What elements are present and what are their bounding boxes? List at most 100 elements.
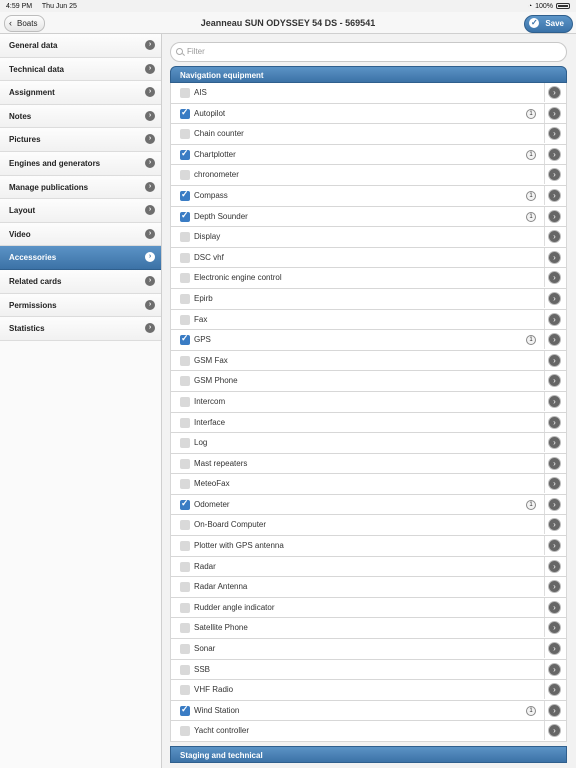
list-item[interactable]: chronometer › (170, 165, 567, 186)
checkbox[interactable] (180, 704, 190, 716)
chevron-right-icon[interactable]: › (548, 621, 561, 635)
checkbox[interactable] (180, 458, 190, 469)
chevron-right-icon[interactable]: › (548, 394, 561, 408)
checkbox[interactable] (180, 170, 190, 181)
checkbox[interactable] (180, 129, 190, 140)
sidebar-item[interactable]: Technical data › (0, 57, 161, 82)
list-item[interactable]: Interface › (170, 412, 567, 434)
checkbox[interactable] (180, 107, 190, 119)
checkbox[interactable] (180, 520, 190, 531)
list-item[interactable]: Log › (170, 433, 567, 454)
chevron-right-icon[interactable]: › (548, 147, 561, 161)
list-item[interactable]: Epirb › (170, 288, 567, 310)
checkbox[interactable] (180, 273, 190, 284)
chevron-right-icon[interactable]: › (548, 333, 561, 347)
checkbox[interactable] (180, 417, 190, 428)
sidebar-item[interactable]: Pictures › (0, 128, 161, 152)
checkbox[interactable] (180, 438, 190, 449)
chevron-right-icon[interactable]: › (548, 374, 561, 388)
sidebar-item[interactable]: Statistics › (0, 317, 161, 341)
list-item[interactable]: Chartplotter 1 › (170, 144, 567, 166)
checkbox[interactable] (180, 376, 190, 387)
checkbox[interactable] (180, 726, 190, 737)
checkbox[interactable] (180, 582, 190, 593)
filter-input[interactable]: Filter (170, 42, 567, 62)
sidebar-item[interactable]: Accessories › (0, 246, 161, 270)
checkbox[interactable] (180, 623, 190, 634)
list-item[interactable]: Rudder angle indicator › (170, 597, 567, 619)
list-item[interactable]: DSC vhf › (170, 247, 567, 269)
list-item[interactable]: Odometer 1 › (170, 494, 567, 516)
checkbox[interactable] (180, 232, 190, 243)
checkbox[interactable] (180, 498, 190, 510)
save-button[interactable]: ✓ Save (524, 15, 573, 33)
list-item[interactable]: Radar Antenna › (170, 577, 567, 598)
list-item[interactable]: GPS 1 › (170, 330, 567, 351)
checkbox[interactable] (180, 355, 190, 366)
checkbox[interactable] (180, 88, 190, 98)
list-item[interactable]: Fax › (170, 309, 567, 331)
chevron-right-icon[interactable]: › (548, 415, 561, 429)
checkbox[interactable] (180, 293, 190, 304)
list-item[interactable]: Radar › (170, 556, 567, 578)
chevron-right-icon[interactable]: › (548, 209, 561, 223)
checkbox[interactable] (180, 252, 190, 263)
list-item[interactable]: Intercom › (170, 391, 567, 413)
checkbox[interactable] (180, 314, 190, 325)
chevron-right-icon[interactable]: › (548, 559, 561, 573)
checkbox[interactable] (180, 210, 190, 222)
list-item[interactable]: Plotter with GPS antenna › (170, 536, 567, 557)
checkbox[interactable] (180, 602, 190, 613)
chevron-right-icon[interactable]: › (548, 703, 561, 717)
chevron-right-icon[interactable]: › (548, 456, 561, 470)
sidebar-item[interactable]: Assignment › (0, 81, 161, 105)
chevron-right-icon[interactable]: › (548, 188, 561, 202)
sidebar-item[interactable]: Permissions › (0, 293, 161, 318)
chevron-right-icon[interactable]: › (548, 497, 561, 511)
checkbox[interactable] (180, 541, 190, 552)
list-item[interactable]: Display › (170, 227, 567, 248)
chevron-right-icon[interactable]: › (548, 436, 561, 450)
checkbox[interactable] (180, 148, 190, 160)
chevron-right-icon[interactable]: › (548, 250, 561, 264)
chevron-right-icon[interactable]: › (548, 230, 561, 244)
chevron-right-icon[interactable]: › (548, 724, 561, 738)
checkbox[interactable] (180, 664, 190, 675)
list-item[interactable]: Depth Sounder 1 › (170, 206, 567, 228)
list-item[interactable]: Autopilot 1 › (170, 103, 567, 125)
list-item[interactable]: VHF Radio › (170, 680, 567, 701)
list-item[interactable]: Electronic engine control › (170, 268, 567, 289)
checkbox[interactable] (180, 561, 190, 572)
sidebar-item[interactable]: Related cards › (0, 269, 161, 294)
sidebar-item[interactable]: Notes › (0, 104, 161, 129)
list-item[interactable]: Yacht controller › (170, 721, 567, 742)
list-item[interactable]: On-Board Computer › (170, 515, 567, 537)
list-item[interactable]: Satellite Phone › (170, 618, 567, 640)
chevron-right-icon[interactable]: › (548, 312, 561, 326)
chevron-right-icon[interactable]: › (548, 539, 561, 553)
sidebar-item[interactable]: Manage publications › (0, 175, 161, 200)
chevron-right-icon[interactable]: › (548, 662, 561, 676)
checkbox[interactable] (180, 333, 190, 346)
chevron-right-icon[interactable]: › (548, 683, 561, 697)
section-header-staging[interactable]: Staging and technical (170, 746, 567, 763)
chevron-right-icon[interactable]: › (548, 106, 561, 120)
sidebar-item[interactable]: Layout › (0, 199, 161, 223)
sidebar-item[interactable]: Engines and generators › (0, 151, 161, 176)
sidebar-item[interactable]: General data › (0, 34, 161, 58)
checkbox[interactable] (180, 685, 190, 696)
checkbox[interactable] (180, 644, 190, 655)
list-item[interactable]: GSM Fax › (170, 350, 567, 372)
chevron-right-icon[interactable]: › (548, 86, 561, 99)
list-item[interactable]: SSB › (170, 659, 567, 681)
list-item[interactable]: AIS › (170, 83, 567, 104)
chevron-right-icon[interactable]: › (548, 642, 561, 656)
list-item[interactable]: Compass 1 › (170, 185, 567, 207)
checkbox[interactable] (180, 479, 190, 490)
chevron-right-icon[interactable]: › (548, 353, 561, 367)
checkbox[interactable] (180, 189, 190, 201)
chevron-right-icon[interactable]: › (548, 271, 561, 285)
sidebar-item[interactable]: Video › (0, 222, 161, 247)
chevron-right-icon[interactable]: › (548, 477, 561, 491)
chevron-right-icon[interactable]: › (548, 127, 561, 141)
